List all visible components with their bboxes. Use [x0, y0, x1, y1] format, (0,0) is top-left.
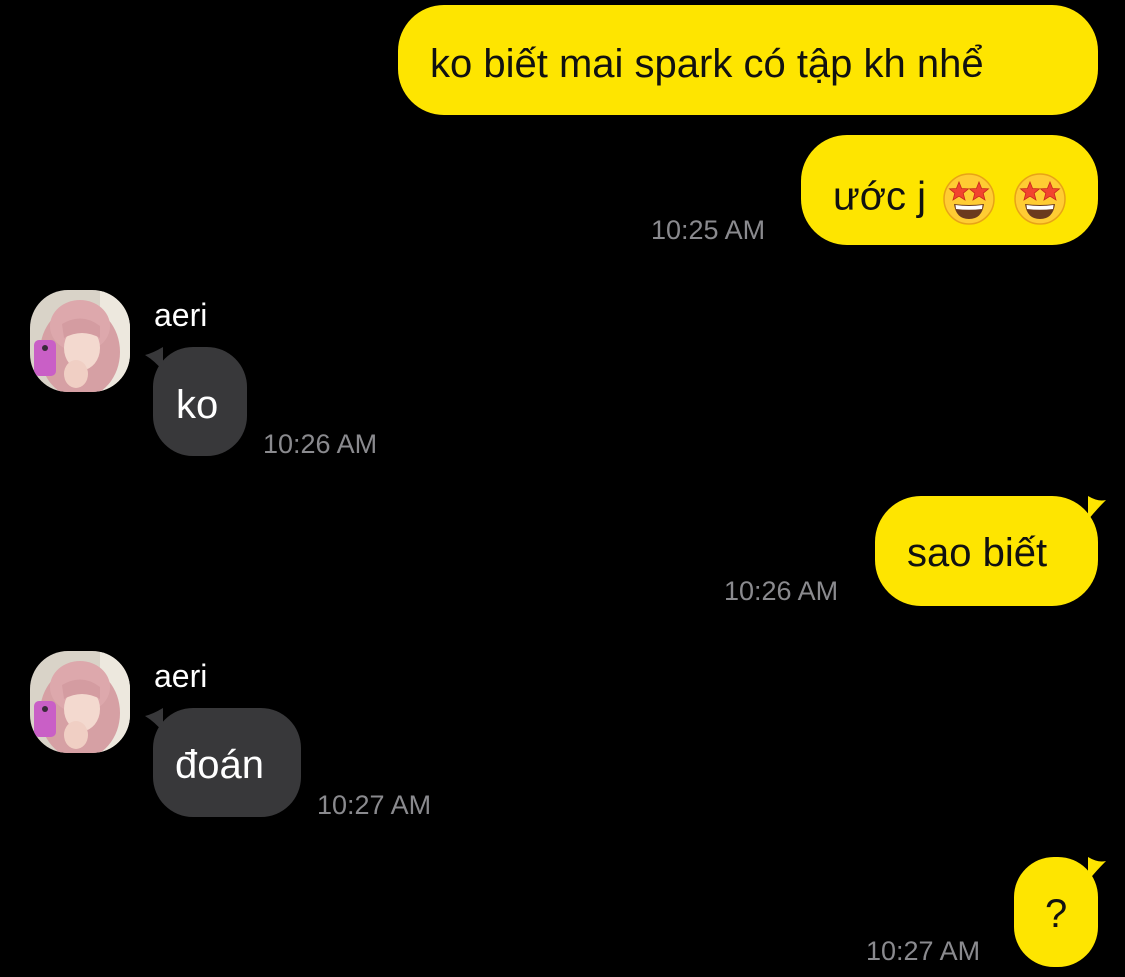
- star-struck-emoji-icon: [1014, 173, 1067, 225]
- sender-name: aeri: [154, 297, 208, 333]
- message-text: đoán: [175, 743, 264, 787]
- outgoing-message-bubble[interactable]: ?: [1014, 857, 1106, 967]
- message-text: ko biết mai spark có tập kh nhể: [430, 42, 984, 86]
- bubble-tail: [145, 708, 163, 732]
- sender-name: aeri: [154, 658, 208, 694]
- profile-photo-icon: [30, 651, 130, 753]
- profile-photo-icon: [30, 290, 130, 392]
- chat-message-list[interactable]: ko biết mai spark có tập kh nhể 10:25 AM…: [0, 0, 1125, 977]
- avatar[interactable]: [30, 651, 130, 753]
- outgoing-message-bubble[interactable]: ko biết mai spark có tập kh nhể: [398, 5, 1098, 115]
- message-timestamp: 10:26 AM: [263, 429, 378, 459]
- outgoing-message-bubble[interactable]: sao biết: [875, 496, 1106, 606]
- incoming-message-bubble[interactable]: đoán: [145, 708, 301, 817]
- avatar[interactable]: [30, 290, 130, 392]
- bubble-tail: [1088, 857, 1106, 881]
- message-timestamp: 10:27 AM: [866, 936, 981, 966]
- bubble-tail: [145, 347, 163, 371]
- message-timestamp: 10:26 AM: [724, 576, 839, 606]
- incoming-message-bubble[interactable]: ko: [145, 347, 247, 456]
- message-text: ko: [176, 383, 219, 427]
- message-text: sao biết: [907, 531, 1048, 575]
- star-struck-emoji-icon: [943, 173, 995, 225]
- message-text: ?: [1045, 892, 1068, 936]
- message-timestamp: 10:27 AM: [317, 790, 432, 820]
- message-timestamp: 10:25 AM: [651, 215, 766, 245]
- outgoing-message-bubble[interactable]: ước j: [801, 135, 1098, 245]
- message-text: ước j: [833, 174, 927, 219]
- bubble-tail: [1088, 496, 1106, 520]
